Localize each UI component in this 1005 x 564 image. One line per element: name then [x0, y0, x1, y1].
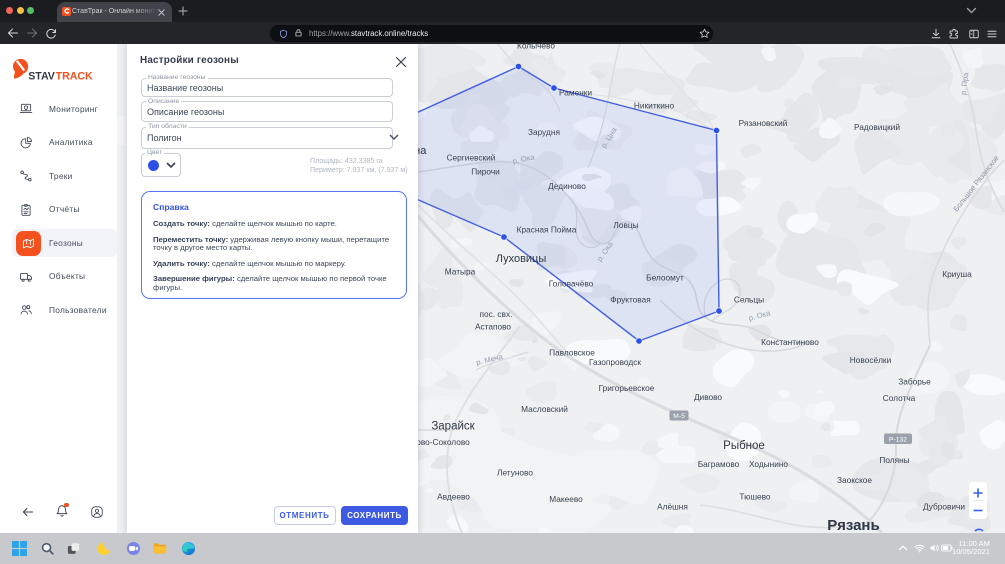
- svg-text:Баграмово: Баграмово: [698, 459, 740, 469]
- svg-text:Константиново: Константиново: [761, 337, 819, 347]
- svg-text:Красная Пойма: Красная Пойма: [517, 225, 577, 235]
- svg-text:Матыра: Матыра: [445, 267, 476, 277]
- svg-text:Ловцы: Ловцы: [613, 220, 638, 230]
- svg-text:Заборье: Заборье: [898, 377, 931, 387]
- svg-text:Летуново: Летуново: [497, 468, 533, 478]
- svg-text:Рязановский: Рязановский: [739, 118, 788, 128]
- svg-text:Алёшня: Алёшня: [657, 502, 688, 512]
- svg-text:Фруктовая: Фруктовая: [610, 295, 650, 305]
- svg-text:TRACK: TRACK: [56, 71, 93, 83]
- svg-text:Колычево: Колычево: [517, 44, 555, 51]
- svg-text:Сельцы: Сельцы: [734, 295, 764, 305]
- svg-text:Никиткино: Никиткино: [634, 101, 675, 111]
- svg-text:STAV: STAV: [28, 71, 55, 83]
- svg-text:Ново-Соколово: Ново-Соколово: [410, 437, 470, 447]
- svg-text:М-5: М-5: [673, 413, 685, 420]
- svg-text:Криуша: Криуша: [942, 269, 972, 279]
- svg-text:Масловский: Масловский: [521, 404, 568, 414]
- svg-text:Газопроводск: Газопроводск: [589, 357, 641, 367]
- svg-text:Головачёво: Головачёво: [549, 279, 594, 289]
- svg-text:Радовицкий: Радовицкий: [854, 122, 900, 132]
- svg-text:Солотча: Солотча: [883, 393, 916, 403]
- svg-text:Р-132: Р-132: [889, 437, 907, 444]
- svg-text:Григорьевское: Григорьевское: [599, 383, 655, 393]
- svg-text:Зарайск: Зарайск: [431, 421, 475, 433]
- svg-text:Новосёлки: Новосёлки: [850, 355, 892, 365]
- svg-text:Павловское: Павловское: [549, 348, 595, 358]
- svg-text:Рязань: Рязань: [827, 517, 879, 533]
- svg-text:Белоомут: Белоомут: [646, 273, 684, 283]
- svg-text:Сергиевский: Сергиевский: [447, 153, 496, 163]
- svg-text:Заокское: Заокское: [837, 475, 872, 485]
- svg-text:Астапово: Астапово: [475, 322, 511, 332]
- svg-text:Пирочи: Пирочи: [471, 167, 500, 177]
- svg-text:Раменки: Раменки: [559, 88, 592, 98]
- svg-text:Макеево: Макеево: [549, 494, 583, 504]
- svg-text:Рыбное: Рыбное: [723, 440, 765, 452]
- svg-text:Дединово: Дединово: [548, 181, 586, 191]
- svg-text:Дивово: Дивово: [694, 392, 722, 402]
- svg-text:Ходынино: Ходынино: [749, 459, 788, 469]
- svg-text:Дубровичи: Дубровичи: [923, 502, 965, 512]
- svg-text:Поляны: Поляны: [879, 455, 909, 465]
- svg-text:пос. свх.: пос. свх.: [480, 309, 513, 319]
- svg-text:Луховицы: Луховицы: [496, 253, 547, 265]
- svg-text:Зарудня: Зарудня: [528, 127, 560, 137]
- svg-text:Тюшево: Тюшево: [739, 492, 771, 502]
- svg-text:Авдеево: Авдеево: [437, 492, 470, 502]
